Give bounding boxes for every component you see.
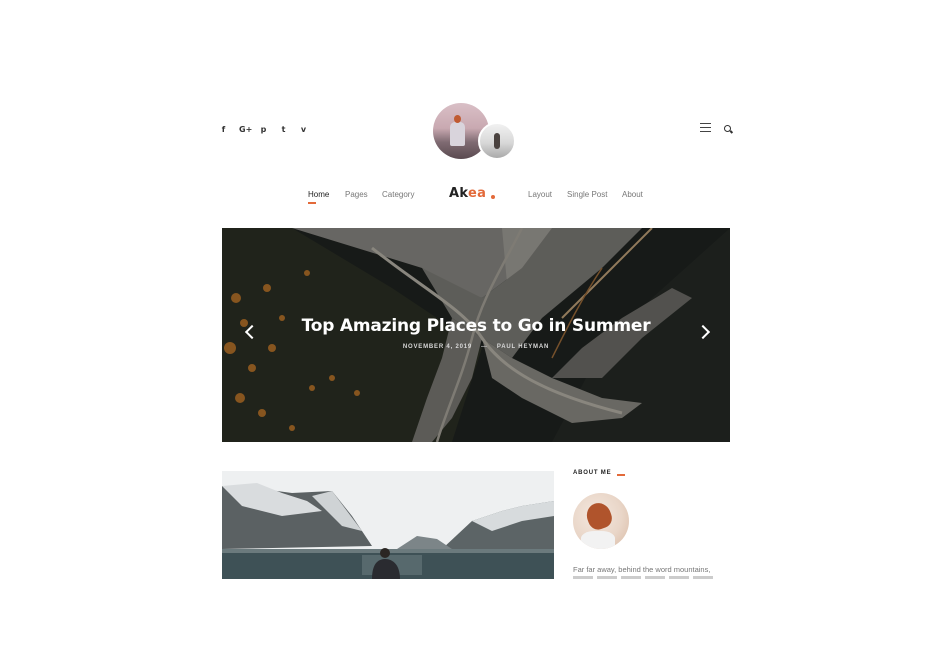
facebook-icon[interactable]: f (219, 124, 228, 135)
about-me-avatar (573, 493, 629, 549)
social-links: f G+ p t v (219, 124, 308, 135)
about-me-title: ABOUT ME (573, 470, 612, 476)
google-plus-icon[interactable]: G+ (239, 124, 252, 135)
avatar-mini-figure (494, 133, 500, 149)
nav-item-category[interactable]: Category (382, 190, 414, 199)
brand-logo[interactable]: Akea (449, 186, 486, 201)
nav-item-about[interactable]: About (622, 190, 643, 199)
hero-meta: NOVEMBER 4, 2019 — PAUL HEYMAN (222, 344, 730, 350)
hero-date: NOVEMBER 4, 2019 (402, 344, 473, 350)
hero-title[interactable]: Top Amazing Places to Go in Summer (222, 316, 730, 336)
post-thumbnail[interactable] (222, 471, 554, 579)
hero-author[interactable]: PAUL HEYMAN (497, 344, 549, 350)
hamburger-menu-icon[interactable] (700, 123, 711, 132)
about-me-underline (617, 474, 625, 476)
avatar-figure (450, 115, 465, 147)
nav-item-pages[interactable]: Pages (345, 190, 368, 199)
twitter-icon[interactable]: t (279, 124, 288, 135)
post-image (222, 471, 554, 579)
about-me-text-continued (573, 576, 713, 579)
vimeo-icon[interactable]: v (299, 124, 308, 135)
nav-item-layout[interactable]: Layout (528, 190, 552, 199)
page: f G+ p t v Home Pages Category Layout Si… (0, 0, 952, 655)
pinterest-icon[interactable]: p (259, 124, 268, 135)
brand-name-main: Ak (449, 186, 468, 201)
nav-item-single-post[interactable]: Single Post (567, 190, 607, 199)
header-avatar-small[interactable] (478, 122, 516, 160)
about-me-text: Far far away, behind the word mountains, (573, 565, 711, 574)
brand-dot (491, 195, 495, 199)
brand-name-accent: ea (467, 186, 487, 201)
hero-meta-separator: — (481, 344, 488, 350)
nav-item-home[interactable]: Home (308, 190, 329, 204)
search-icon[interactable] (724, 125, 731, 132)
hero-slider[interactable]: Top Amazing Places to Go in Summer NOVEM… (222, 228, 730, 442)
